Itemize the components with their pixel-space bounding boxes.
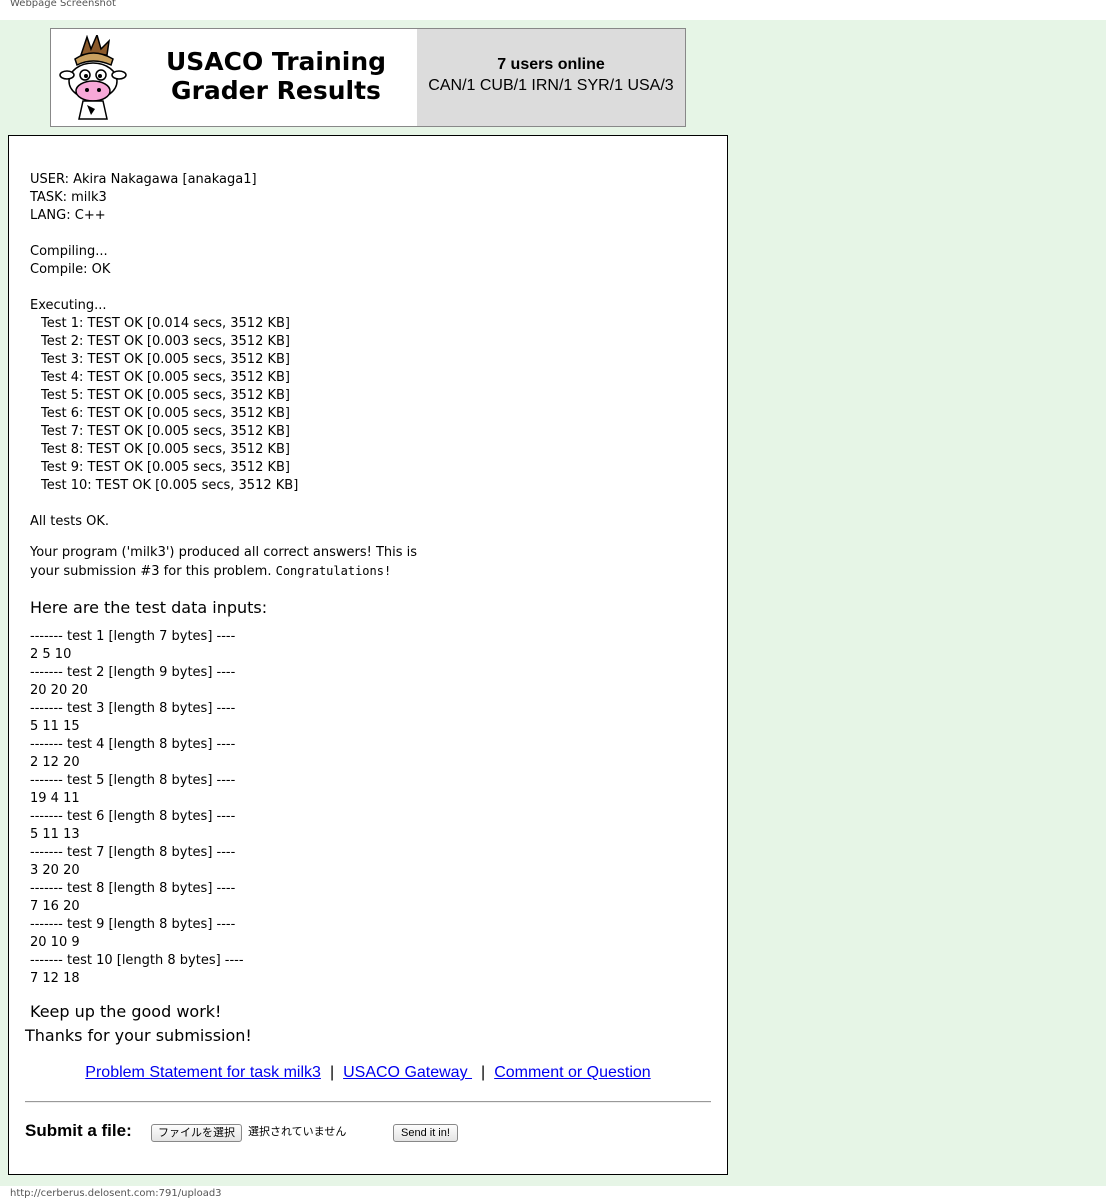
- compile-status: Compile: OK: [30, 262, 111, 277]
- test-result: Test 6: TEST OK [0.005 secs, 3512 KB]: [41, 406, 290, 421]
- title-line-1: USACO Training: [165, 47, 387, 76]
- status-url: http://cerberus.delosent.com:791/upload3: [10, 1188, 222, 1199]
- test-input-data: 5 11 13: [30, 827, 80, 842]
- thanks-message: Thanks for your submission!: [25, 1026, 252, 1045]
- test-result: Test 2: TEST OK [0.003 secs, 3512 KB]: [41, 334, 290, 349]
- submit-label: Submit a file:: [25, 1121, 132, 1140]
- problem-statement-link[interactable]: Problem Statement for task milk3: [85, 1064, 321, 1081]
- test-result: Test 9: TEST OK [0.005 secs, 3512 KB]: [41, 460, 290, 475]
- submit-form: Submit a file: ファイルを選択 選択されていません Send it…: [25, 1121, 715, 1145]
- test-input-header: ------- test 5 [length 8 bytes] ----: [30, 773, 236, 788]
- link-separator: |: [329, 1064, 335, 1081]
- test-result: Test 8: TEST OK [0.005 secs, 3512 KB]: [41, 442, 290, 457]
- test-input-header: ------- test 9 [length 8 bytes] ----: [30, 917, 236, 932]
- test-input-header: ------- test 1 [length 7 bytes] ----: [30, 629, 236, 644]
- test-input-header: ------- test 2 [length 9 bytes] ----: [30, 665, 236, 680]
- choose-file-button[interactable]: ファイルを選択: [151, 1124, 242, 1142]
- send-it-in-button[interactable]: Send it in!: [393, 1124, 458, 1142]
- test-input-data: 20 20 20: [30, 683, 88, 698]
- test-input-data: 2 5 10: [30, 647, 72, 662]
- test-inputs-heading: Here are the test data inputs:: [30, 598, 268, 617]
- test-result: Test 10: TEST OK [0.005 secs, 3512 KB]: [41, 478, 299, 493]
- task-line: TASK: milk3: [30, 190, 107, 205]
- test-result: Test 1: TEST OK [0.014 secs, 3512 KB]: [41, 316, 290, 331]
- usaco-gateway-link[interactable]: USACO Gateway: [343, 1064, 472, 1081]
- test-result: Test 5: TEST OK [0.005 secs, 3512 KB]: [41, 388, 290, 403]
- executing-line: Executing...: [30, 298, 107, 313]
- test-result: Test 3: TEST OK [0.005 secs, 3512 KB]: [41, 352, 290, 367]
- congratulations-text: Congratulations!: [275, 564, 392, 578]
- test-input-header: ------- test 6 [length 8 bytes] ----: [30, 809, 236, 824]
- footer-links: Problem Statement for task milk3 | USACO G…: [9, 1064, 727, 1082]
- test-input-data: 19 4 11: [30, 791, 80, 806]
- window-title: Webpage Screenshot: [10, 0, 116, 9]
- keep-up-message: Keep up the good work!: [30, 1002, 222, 1021]
- link-separator: |: [481, 1064, 486, 1081]
- comment-question-link[interactable]: Comment or Question: [494, 1064, 651, 1081]
- results-content: USER: Akira Nakagawa [anakaga1] TASK: mi…: [25, 171, 710, 1048]
- test-input-header: ------- test 8 [length 8 bytes] ----: [30, 881, 236, 896]
- test-result: Test 7: TEST OK [0.005 secs, 3512 KB]: [41, 424, 290, 439]
- test-input-header: ------- test 10 [length 8 bytes] ----: [30, 953, 244, 968]
- compiling-line: Compiling...: [30, 244, 108, 259]
- page-background: USACO Training Grader Results 7 users on…: [0, 20, 1106, 1186]
- grader-results-box: USER: Akira Nakagawa [anakaga1] TASK: mi…: [8, 135, 728, 1175]
- test-input-data: 20 10 9: [30, 935, 80, 950]
- test-input-header: ------- test 7 [length 8 bytes] ----: [30, 845, 236, 860]
- test-input-header: ------- test 4 [length 8 bytes] ----: [30, 737, 236, 752]
- page-header: USACO Training Grader Results 7 users on…: [50, 28, 686, 127]
- online-count: 7 users online: [497, 56, 605, 73]
- no-file-selected-text: 選択されていません: [248, 1126, 347, 1138]
- divider: [25, 1101, 711, 1103]
- lang-line: LANG: C++: [30, 208, 106, 223]
- test-input-data: 2 12 20: [30, 755, 80, 770]
- all-tests-ok: All tests OK.: [30, 514, 110, 529]
- test-input-data: 7 12 18: [30, 971, 80, 986]
- cow-mascot-logo: [59, 35, 127, 120]
- page-title: USACO Training Grader Results: [141, 47, 411, 105]
- test-input-header: ------- test 3 [length 8 bytes] ----: [30, 701, 236, 716]
- window-titlebar: Webpage Screenshot: [0, 0, 1106, 20]
- test-result: Test 4: TEST OK [0.005 secs, 3512 KB]: [41, 370, 290, 385]
- online-countries: CAN/1 CUB/1 IRN/1 SYR/1 USA/3: [428, 77, 674, 94]
- browser-status-bar: http://cerberus.delosent.com:791/upload3: [0, 1186, 1106, 1203]
- test-input-data: 5 11 15: [30, 719, 80, 734]
- test-inputs-list: ------- test 1 [length 7 bytes] ---- 2 5…: [30, 628, 710, 988]
- test-input-data: 7 16 20: [30, 899, 80, 914]
- title-line-2: Grader Results: [171, 76, 381, 105]
- test-input-data: 3 20 20: [30, 863, 80, 878]
- success-message: Your program ('milk3') produced all corr…: [30, 544, 450, 581]
- online-users-panel: 7 users online CAN/1 CUB/1 IRN/1 SYR/1 U…: [417, 29, 685, 126]
- user-line: USER: Akira Nakagawa [anakaga1]: [30, 172, 257, 187]
